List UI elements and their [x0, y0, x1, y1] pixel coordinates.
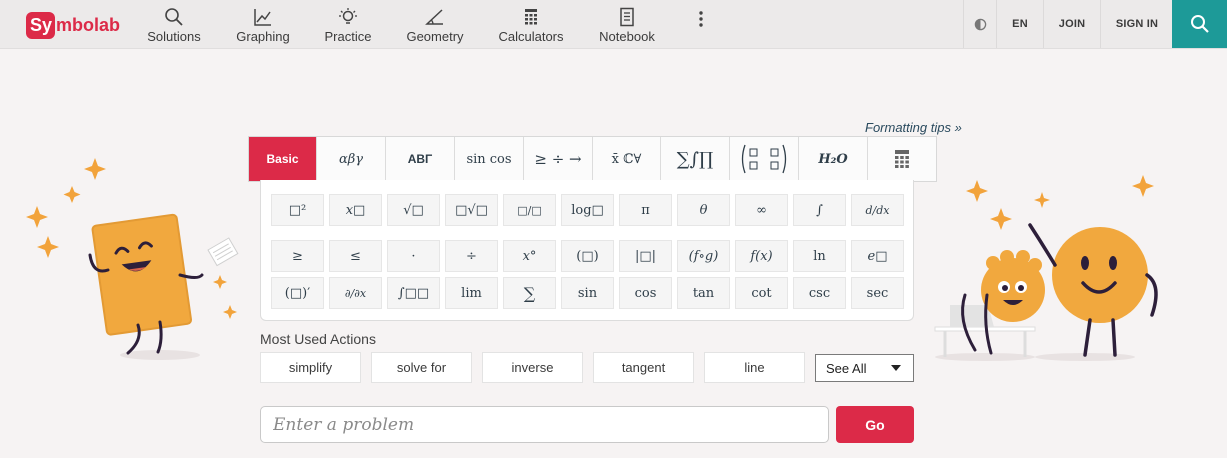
nav-graphing-label: Graphing	[236, 29, 290, 44]
key-sum[interactable]: ∑	[503, 277, 556, 309]
tab-calculator[interactable]	[868, 137, 936, 181]
key-cdot[interactable]: ·	[387, 240, 440, 272]
most-used-actions-heading: Most Used Actions	[260, 331, 376, 347]
calculator-icon	[525, 9, 537, 25]
key-parentheses[interactable]: (□)	[561, 240, 614, 272]
key-infinity[interactable]: ∞	[735, 194, 788, 226]
see-all-dropdown[interactable]: See All	[815, 354, 914, 382]
nav-calculators-label: Calculators	[498, 29, 564, 44]
key-sqrt[interactable]: √□	[387, 194, 440, 226]
symbolab-logo[interactable]: Sy mbolab	[26, 10, 120, 41]
keypad-tabs: Basic αβγ ABΓ sin cos ≥ ÷ → x̄ ℂ∀ ∑∫∏ H₂…	[248, 136, 937, 182]
notebook-icon	[620, 7, 634, 27]
key-derivative[interactable]: d/dx	[851, 194, 904, 226]
tab-sums-integrals[interactable]: ∑∫∏	[661, 137, 730, 181]
lightbulb-icon	[339, 8, 357, 24]
action-inverse[interactable]: inverse	[482, 352, 583, 383]
key-definite-integral[interactable]: ∫□□	[387, 277, 440, 309]
key-sin[interactable]: sin	[561, 277, 614, 309]
math-keypad: □² x□ √□ □√□ □/□ log□ π θ ∞ ∫ d/dx ≥ ≤ ·…	[260, 180, 914, 321]
key-degree[interactable]: x°	[503, 240, 556, 272]
key-pi[interactable]: π	[619, 194, 672, 226]
key-absolute[interactable]: |□|	[619, 240, 672, 272]
chevron-down-icon	[891, 365, 901, 371]
key-csc[interactable]: csc	[793, 277, 846, 309]
matrix-icon	[741, 144, 787, 174]
key-cos[interactable]: cos	[619, 277, 672, 309]
tab-matrix[interactable]	[730, 137, 799, 181]
tab-sets[interactable]: x̄ ℂ∀	[593, 137, 661, 181]
key-power[interactable]: x□	[329, 194, 382, 226]
tab-greek-upper[interactable]: ABΓ	[386, 137, 455, 181]
key-square[interactable]: □²	[271, 194, 324, 226]
language-selector[interactable]: EN	[996, 0, 1043, 48]
theme-toggle[interactable]	[963, 0, 996, 48]
angle-icon	[425, 9, 443, 25]
join-button[interactable]: JOIN	[1043, 0, 1100, 48]
action-tangent[interactable]: tangent	[593, 352, 694, 383]
key-cot[interactable]: cot	[735, 277, 788, 309]
key-divide[interactable]: ÷	[445, 240, 498, 272]
sign-in-label: SIGN IN	[1115, 18, 1159, 30]
search-icon	[165, 8, 183, 26]
contrast-icon	[974, 18, 986, 30]
key-composition[interactable]: (f∘g)	[677, 240, 730, 272]
search-button[interactable]	[1172, 0, 1227, 48]
nav-solutions[interactable]: Solutions	[147, 7, 201, 45]
nav-notebook-label: Notebook	[599, 29, 655, 44]
calculator-icon	[895, 150, 909, 168]
key-exp[interactable]: e□	[851, 240, 904, 272]
search-icon	[1190, 15, 1209, 33]
key-theta[interactable]: θ	[677, 194, 730, 226]
action-line[interactable]: line	[704, 352, 805, 383]
nav-geometry-label: Geometry	[406, 29, 464, 44]
formatting-tips-link[interactable]: Formatting tips »	[865, 120, 962, 135]
action-simplify[interactable]: simplify	[260, 352, 361, 383]
tab-chemistry[interactable]: H₂O	[799, 137, 868, 181]
logo-text: mbolab	[56, 15, 121, 35]
problem-input[interactable]	[260, 406, 829, 443]
graph-icon	[254, 9, 271, 26]
more-options-icon[interactable]	[696, 10, 706, 28]
tab-basic[interactable]: Basic	[249, 137, 317, 181]
key-fraction[interactable]: □/□	[503, 194, 556, 226]
nav-notebook[interactable]: Notebook	[597, 7, 657, 45]
nav-geometry[interactable]: Geometry	[405, 7, 465, 45]
key-prime[interactable]: (□)′	[271, 277, 324, 309]
key-limit[interactable]: lim	[445, 277, 498, 309]
key-nth-root[interactable]: □√□	[445, 194, 498, 226]
action-solve-for[interactable]: solve for	[371, 352, 472, 383]
key-log[interactable]: log□	[561, 194, 614, 226]
sign-in-button[interactable]: SIGN IN	[1100, 0, 1173, 48]
top-navigation-bar: Sy mbolab Solutions Graphing Practice Geo…	[0, 0, 1227, 49]
left-mascot-illustration	[26, 158, 239, 360]
tab-greek-lower[interactable]: αβγ	[317, 137, 386, 181]
tab-operators[interactable]: ≥ ÷ →	[524, 137, 593, 181]
join-label: JOIN	[1058, 18, 1086, 30]
key-leq[interactable]: ≤	[329, 240, 382, 272]
nav-graphing[interactable]: Graphing	[236, 7, 290, 45]
right-mascot-illustration	[934, 175, 1158, 361]
see-all-label: See All	[826, 360, 867, 376]
key-tan[interactable]: tan	[677, 277, 730, 309]
language-label: EN	[1012, 18, 1028, 30]
nav-practice[interactable]: Practice	[324, 7, 372, 45]
nav-calculators[interactable]: Calculators	[498, 7, 564, 45]
nav-solutions-label: Solutions	[147, 29, 201, 44]
key-partial[interactable]: ∂/∂x	[329, 277, 382, 309]
logo-prefix: Sy	[26, 12, 56, 39]
key-integral[interactable]: ∫	[793, 194, 846, 226]
key-function[interactable]: f(x)	[735, 240, 788, 272]
go-button[interactable]: Go	[836, 406, 914, 443]
key-sec[interactable]: sec	[851, 277, 904, 309]
nav-practice-label: Practice	[324, 29, 372, 44]
tab-trig[interactable]: sin cos	[455, 137, 524, 181]
key-ln[interactable]: ln	[793, 240, 846, 272]
key-geq[interactable]: ≥	[271, 240, 324, 272]
